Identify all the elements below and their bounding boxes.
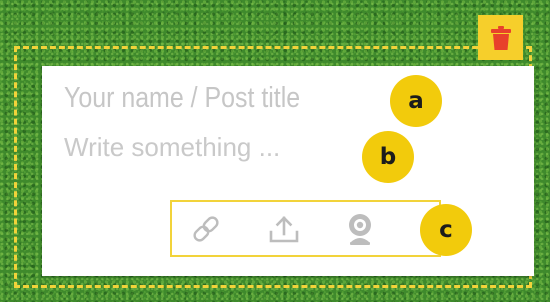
post-title-input[interactable]: Your name / Post title [64, 82, 300, 115]
trash-icon [489, 25, 513, 51]
annotation-badge-a: a [390, 75, 442, 127]
link-icon[interactable] [186, 209, 226, 249]
webcam-icon[interactable] [340, 209, 380, 249]
delete-post-button[interactable] [478, 15, 523, 60]
annotation-badge-b: b [362, 131, 414, 183]
annotation-badge-c: c [420, 204, 472, 256]
post-body-input[interactable]: Write something ... [64, 132, 280, 163]
upload-icon[interactable] [264, 209, 304, 249]
